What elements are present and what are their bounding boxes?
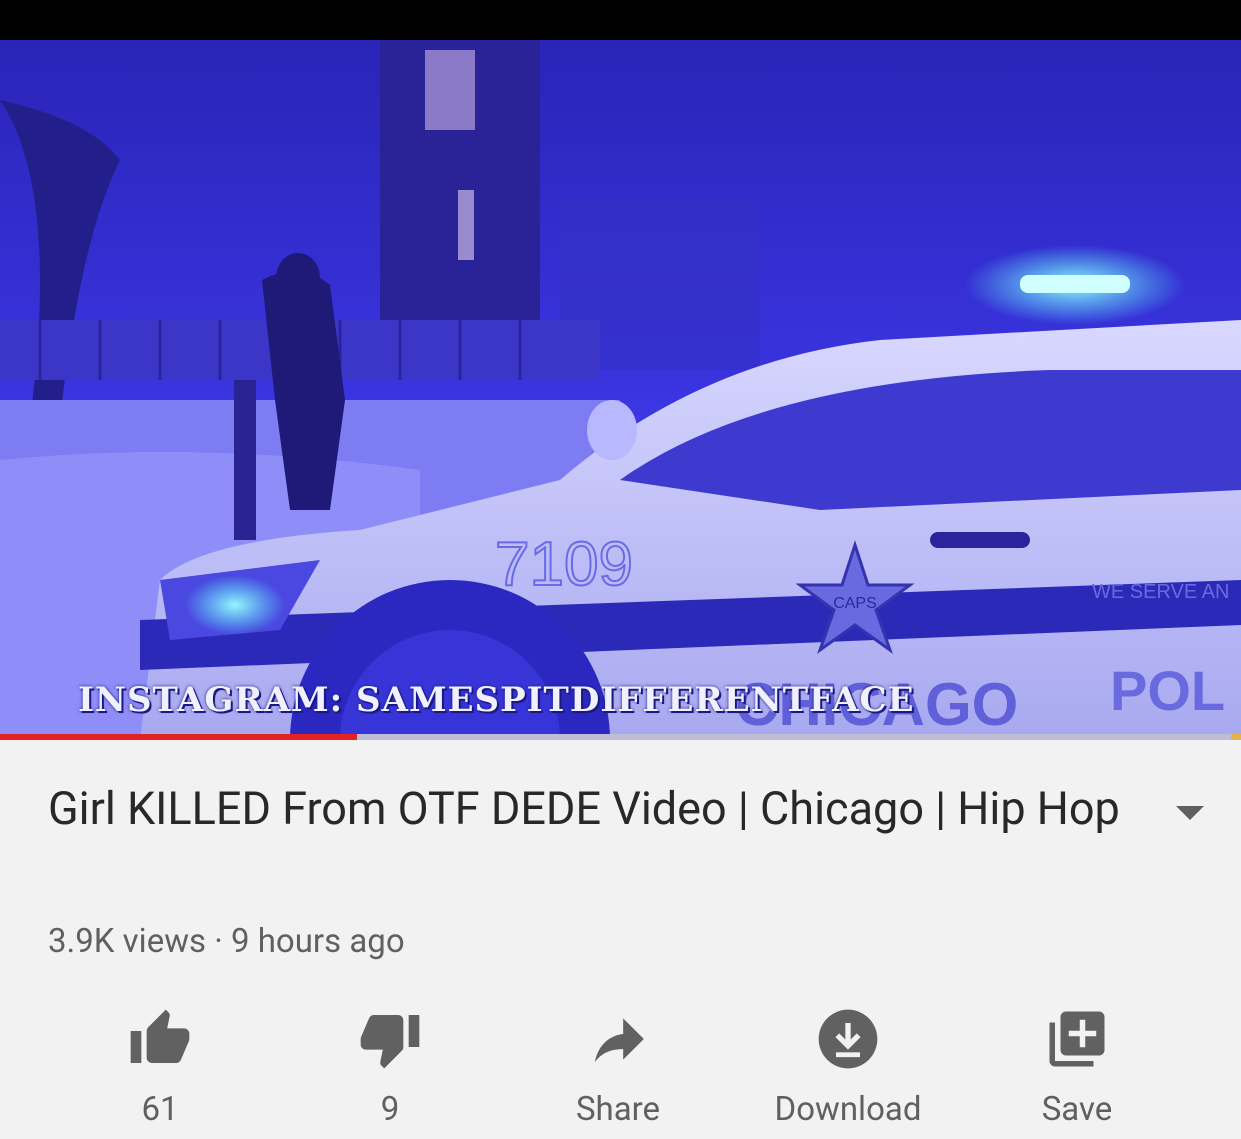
thumbs-down-icon bbox=[360, 1015, 420, 1069]
share-button[interactable]: Share bbox=[528, 1000, 708, 1129]
buffer-marker bbox=[1231, 734, 1241, 740]
video-frame: CAPS 7109 CHICAGO POL WE SERVE AN bbox=[0, 40, 1241, 740]
save-label: Save bbox=[1041, 1090, 1113, 1129]
dislike-button[interactable]: 9 bbox=[300, 1000, 480, 1129]
download-icon bbox=[818, 1009, 878, 1069]
download-label: Download bbox=[774, 1090, 922, 1129]
car-text-police: POL bbox=[1110, 659, 1225, 722]
progress-bar[interactable] bbox=[0, 734, 1241, 740]
video-meta: 3.9K views · 9 hours ago bbox=[48, 922, 405, 961]
share-arrow-icon bbox=[594, 1018, 644, 1063]
car-text-serve: WE SERVE AN bbox=[1092, 581, 1229, 603]
like-button[interactable]: 61 bbox=[70, 1000, 250, 1129]
save-button[interactable]: Save bbox=[987, 1000, 1167, 1129]
share-label: Share bbox=[575, 1090, 661, 1129]
car-badge-text: CAPS bbox=[833, 595, 877, 612]
progress-fill bbox=[0, 734, 358, 740]
car-number: 7109 bbox=[495, 530, 633, 599]
thumbs-up-icon bbox=[130, 1009, 190, 1063]
like-count: 61 bbox=[141, 1090, 179, 1129]
video-player[interactable]: CAPS 7109 CHICAGO POL WE SERVE AN INSTAG… bbox=[0, 40, 1241, 740]
playlist-add-icon bbox=[1049, 1011, 1105, 1067]
video-title: Girl KILLED From OTF DEDE Video | Chicag… bbox=[48, 782, 1120, 835]
dislike-count: 9 bbox=[380, 1090, 400, 1129]
chevron-down-icon[interactable] bbox=[1172, 800, 1208, 824]
video-overlay-caption: INSTAGRAM: SAMESPITDIFFERENTFACE bbox=[78, 680, 915, 720]
status-bar bbox=[0, 0, 1241, 40]
download-button[interactable]: Download bbox=[758, 1000, 938, 1129]
